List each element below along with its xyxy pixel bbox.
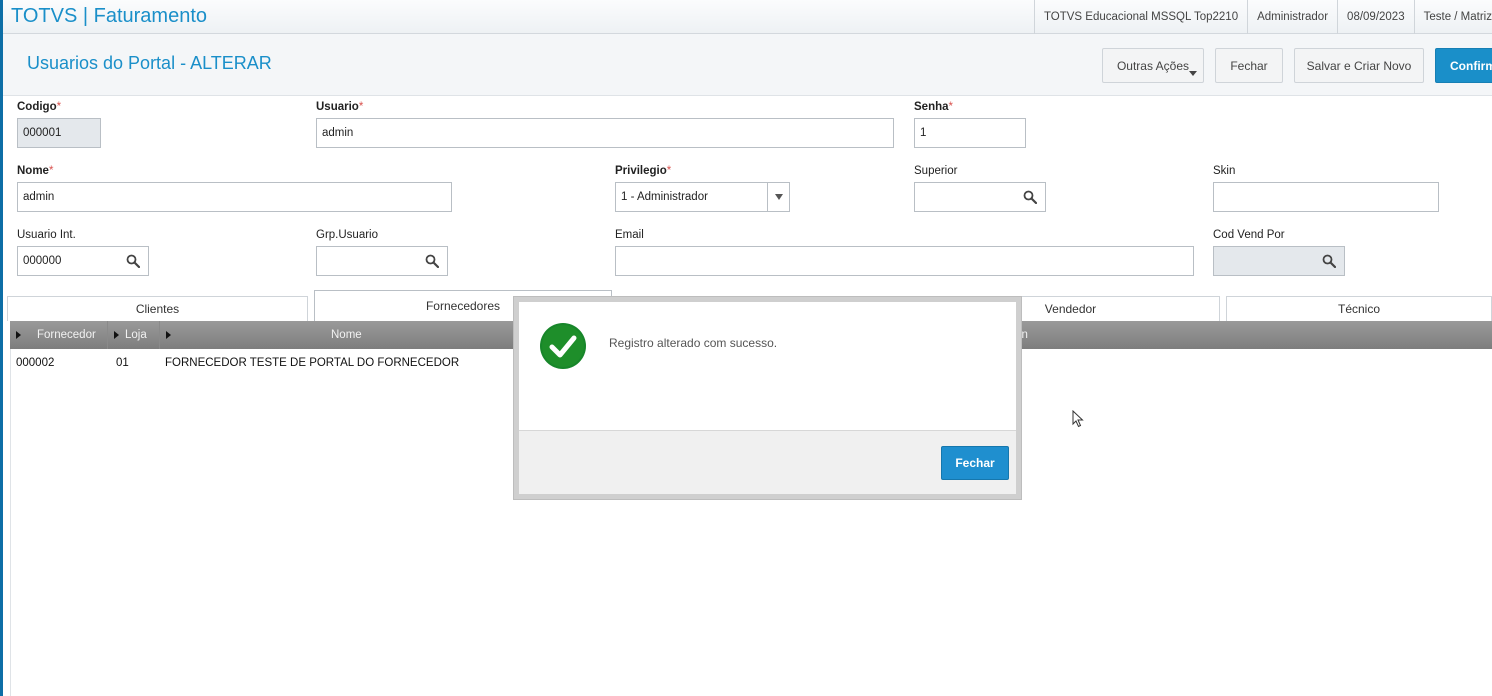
codigo-field: Codigo* 000001 — [17, 101, 101, 148]
dialog-fechar-button[interactable]: Fechar — [941, 446, 1009, 480]
skin-field: Skin — [1213, 165, 1439, 212]
privilegio-label: Privilegio* — [615, 165, 672, 177]
user-label[interactable]: Administrador — [1247, 0, 1337, 34]
skin-label: Skin — [1213, 165, 1236, 177]
date-label[interactable]: 08/09/2023 — [1337, 0, 1414, 34]
cell-loja: 01 — [116, 357, 129, 369]
superior-label: Superior — [914, 165, 958, 177]
usuario-int-field: Usuario Int. 000000 — [17, 229, 149, 276]
success-dialog: Registro alterado com sucesso. Fechar — [514, 297, 1021, 499]
usuario-int-input[interactable]: 000000 — [17, 246, 149, 276]
usuario-field: Usuario* admin — [316, 101, 894, 148]
skin-input[interactable] — [1213, 182, 1439, 212]
expand-arrow-icon — [166, 331, 171, 339]
superior-field: Superior — [914, 165, 1046, 212]
senha-input[interactable]: 1 — [914, 118, 1026, 148]
expand-arrow-icon — [114, 331, 119, 339]
column-loja[interactable]: Loja — [108, 321, 160, 349]
privilegio-select[interactable]: 1 - Administrador — [615, 182, 790, 212]
cod-vend-por-field: Cod Vend Por — [1213, 229, 1345, 276]
tab-clientes[interactable]: Clientes — [7, 296, 308, 321]
success-check-icon — [540, 323, 586, 369]
nome-label: Nome* — [17, 165, 54, 177]
top-bar: TOTVS | Faturamento TOTVS Educacional MS… — [3, 0, 1492, 34]
column-fornecedor[interactable]: Fornecedor — [10, 321, 108, 349]
salvar-criar-novo-button[interactable]: Salvar e Criar Novo — [1294, 48, 1424, 83]
codigo-input: 000001 — [17, 118, 101, 148]
tab-tecnico[interactable]: Técnico — [1226, 296, 1492, 321]
search-icon[interactable] — [1322, 254, 1336, 268]
email-input[interactable] — [615, 246, 1194, 276]
codigo-label: Codigo* — [17, 101, 62, 113]
grp-usuario-field: Grp.Usuario — [316, 229, 448, 276]
branch-label[interactable]: Teste / Matriz — [1413, 0, 1492, 34]
email-label: Email — [615, 229, 644, 241]
column-nome[interactable]: Nome — [160, 321, 530, 349]
dialog-message: Registro alterado com sucesso. — [609, 336, 778, 350]
senha-label: Senha* — [914, 101, 953, 113]
privilegio-field: Privilegio* 1 - Administrador — [615, 165, 790, 212]
grp-usuario-input[interactable] — [316, 246, 448, 276]
outras-acoes-label: Outras Ações — [1116, 58, 1190, 73]
search-icon[interactable] — [1023, 190, 1037, 204]
usuario-int-label: Usuario Int. — [17, 229, 76, 241]
search-icon[interactable] — [126, 254, 140, 268]
cod-vend-por-input — [1213, 246, 1345, 276]
fechar-button[interactable]: Fechar — [1215, 48, 1283, 83]
caret-down-icon — [1189, 71, 1197, 76]
app-window: TOTVS | Faturamento TOTVS Educacional MS… — [0, 0, 1492, 696]
top-info: TOTVS Educacional MSSQL Top2210 Administ… — [1033, 0, 1492, 34]
email-field: Email — [615, 229, 1194, 276]
grp-usuario-label: Grp.Usuario — [316, 229, 378, 241]
expand-arrow-icon — [16, 331, 21, 339]
search-icon[interactable] — [425, 254, 439, 268]
nome-input[interactable]: admin — [17, 182, 452, 212]
outras-acoes-button[interactable]: Outras Ações — [1102, 48, 1204, 83]
superior-input[interactable] — [914, 182, 1046, 212]
cell-fornecedor: 000002 — [16, 357, 55, 369]
usuario-input[interactable]: admin — [316, 118, 894, 148]
environment-label[interactable]: TOTVS Educacional MSSQL Top2210 — [1033, 0, 1247, 34]
mouse-cursor-icon — [1072, 410, 1084, 428]
dropdown-arrow-icon[interactable] — [767, 183, 789, 211]
app-title: TOTVS | Faturamento — [11, 5, 208, 27]
column-partial[interactable]: in — [1019, 321, 1219, 349]
senha-field: Senha* 1 — [914, 101, 1026, 148]
page-header: Usuarios do Portal - ALTERAR Outras Açõe… — [3, 34, 1492, 96]
confirmar-button[interactable]: Confirmar — [1435, 48, 1492, 83]
usuario-label: Usuario* — [316, 101, 364, 113]
cod-vend-por-label: Cod Vend Por — [1213, 229, 1285, 241]
cell-nome: FORNECEDOR TESTE DE PORTAL DO FORNECEDOR — [165, 357, 460, 369]
nome-field: Nome* admin — [17, 165, 452, 212]
dialog-body: Registro alterado com sucesso. — [519, 302, 1016, 431]
privilegio-value: 1 - Administrador — [621, 191, 708, 203]
page-title: Usuarios do Portal - ALTERAR — [27, 53, 272, 73]
